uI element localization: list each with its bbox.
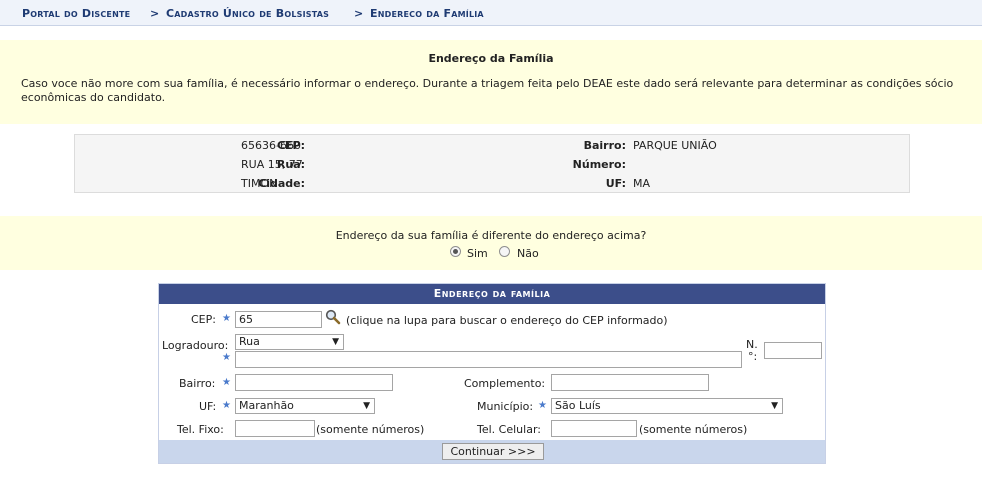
required-icon: ★ bbox=[222, 352, 231, 363]
current-address-panel: CEP: 65636-660 Rua: RUA 15, 77 Cidade: T… bbox=[74, 134, 910, 193]
breadcrumb-cadastro-link[interactable]: Cadastro Único de Bolsistas bbox=[166, 7, 329, 20]
uf-field-label: UF: bbox=[199, 400, 217, 413]
breadcrumb-separator: > bbox=[354, 7, 364, 20]
uf-select-value: Maranhão bbox=[239, 399, 294, 412]
complemento-label: Complemento: bbox=[464, 377, 546, 390]
search-icon[interactable] bbox=[325, 309, 341, 325]
radio-sim-label[interactable]: Sim bbox=[467, 247, 488, 260]
numero-input[interactable] bbox=[764, 342, 822, 359]
question-box: Endereço da sua família é diferente do e… bbox=[0, 216, 982, 270]
bairro-input[interactable] bbox=[235, 374, 393, 391]
uf-select[interactable]: Maranhão ▼ bbox=[235, 398, 375, 414]
municipio-select[interactable]: São Luís ▼ bbox=[551, 398, 783, 414]
uf-value: MA bbox=[633, 177, 651, 190]
cep-value: 65636-660 bbox=[241, 139, 301, 152]
uf-label: UF: bbox=[605, 177, 626, 190]
info-box: Endereço da Família Caso voce não more c… bbox=[0, 40, 982, 124]
info-text: Caso voce não more com sua família, é ne… bbox=[21, 77, 954, 104]
tel-fixo-label: Tel. Fixo: bbox=[177, 423, 224, 436]
form-footer: Continuar >>> bbox=[159, 440, 825, 463]
continue-button[interactable]: Continuar >>> bbox=[442, 443, 544, 460]
cidade-value: TIMON bbox=[241, 177, 278, 190]
complemento-input[interactable] bbox=[551, 374, 709, 391]
cep-input[interactable]: 65 bbox=[235, 311, 322, 328]
tel-celular-input[interactable] bbox=[551, 420, 637, 437]
tel-celular-label: Tel. Celular: bbox=[477, 423, 541, 436]
tel-fixo-hint: (somente números) bbox=[316, 423, 425, 436]
logradouro-type-value: Rua bbox=[239, 335, 260, 348]
rua-value: RUA 15, 77 bbox=[241, 158, 303, 171]
radio-nao-label[interactable]: Não bbox=[517, 247, 539, 260]
chevron-down-icon: ▼ bbox=[332, 337, 339, 347]
chevron-down-icon: ▼ bbox=[363, 401, 370, 411]
numero-field-label-suffix: °: bbox=[748, 350, 758, 363]
municipio-select-value: São Luís bbox=[555, 399, 601, 412]
required-icon: ★ bbox=[222, 313, 231, 324]
family-address-form: Endereço da família CEP: ★ 65 (clique na… bbox=[158, 283, 826, 464]
required-icon: ★ bbox=[538, 400, 547, 411]
cep-hint: (clique na lupa para buscar o endereço d… bbox=[346, 314, 668, 327]
tel-fixo-input[interactable] bbox=[235, 420, 315, 437]
question-text: Endereço da sua família é diferente do e… bbox=[335, 229, 647, 242]
bairro-field-label: Bairro: bbox=[179, 377, 216, 390]
breadcrumb: Portal do Discente > Cadastro Único de B… bbox=[0, 0, 982, 26]
chevron-down-icon: ▼ bbox=[771, 401, 778, 411]
logradouro-input[interactable] bbox=[235, 351, 742, 368]
bairro-value: PARQUE UNIÃO bbox=[633, 139, 717, 152]
bairro-label: Bairro: bbox=[583, 139, 626, 152]
required-icon: ★ bbox=[222, 377, 231, 388]
radio-sim[interactable] bbox=[450, 246, 461, 257]
breadcrumb-separator: > bbox=[150, 7, 160, 20]
required-icon: ★ bbox=[222, 400, 231, 411]
municipio-label: Município: bbox=[477, 400, 534, 413]
logradouro-type-select[interactable]: Rua ▼ bbox=[235, 334, 344, 350]
tel-celular-hint: (somente números) bbox=[639, 423, 748, 436]
info-title: Endereço da Família bbox=[428, 52, 554, 65]
numero-label: Número: bbox=[572, 158, 626, 171]
cep-field-label: CEP: bbox=[191, 313, 216, 326]
breadcrumb-portal-link[interactable]: Portal do Discente bbox=[22, 7, 130, 20]
breadcrumb-current: Endereco da Família bbox=[370, 7, 484, 20]
radio-nao[interactable] bbox=[499, 246, 510, 257]
logradouro-label: Logradouro: bbox=[162, 339, 229, 352]
form-title: Endereço da família bbox=[159, 284, 825, 304]
